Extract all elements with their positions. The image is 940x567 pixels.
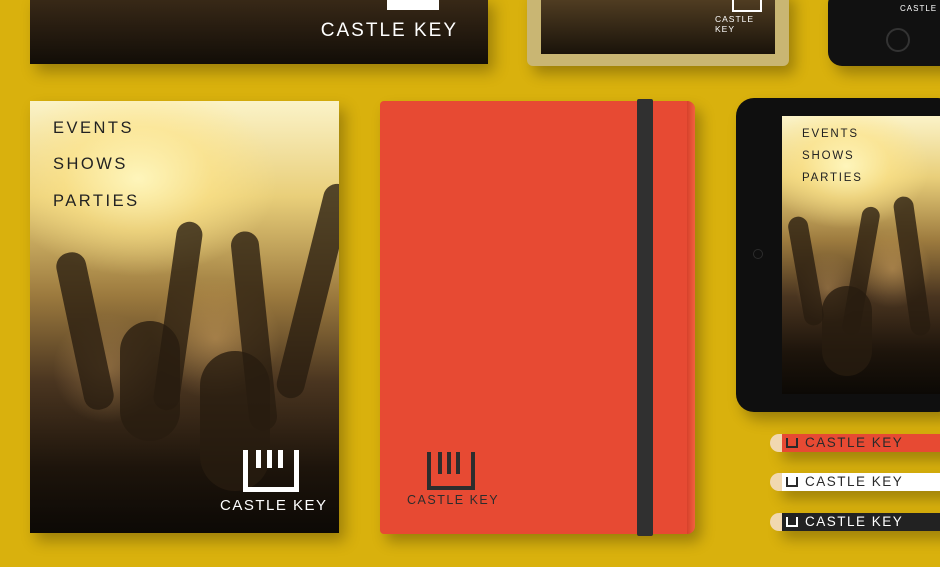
poster-brand: CASTLE KEY (220, 497, 328, 514)
top-banner-card: CASTLE KEY (30, 0, 488, 64)
red-notebook: CASTLE KEY (380, 99, 695, 536)
top-tablet-device: CASTLE KEY (527, 0, 789, 66)
top-phone-brand: CASTLE K (900, 4, 940, 13)
top-phone-device: CASTLE K (828, 0, 940, 66)
castle-key-logo-icon (786, 517, 798, 527)
castle-key-logo-icon (427, 452, 475, 490)
pencil-tip (770, 434, 782, 452)
pencil-white: CASTLE KEY (770, 473, 940, 491)
tablet-camera-icon (753, 249, 763, 259)
pencil-black: CASTLE KEY (770, 513, 940, 531)
pencil-red-label: CASTLE KEY (805, 435, 904, 450)
phone-home-button-icon (886, 28, 910, 52)
poster-line-shows: SHOWS (53, 155, 128, 173)
castle-key-logo-icon (732, 0, 762, 12)
pencil-tip (770, 473, 782, 491)
pencil-red: CASTLE KEY (770, 434, 940, 452)
castle-key-logo-icon (786, 477, 798, 487)
poster-line-events: EVENTS (53, 119, 135, 137)
castle-key-logo-icon (243, 450, 299, 492)
tablet-line-parties: PARTIES (802, 172, 863, 184)
pencil-tip (770, 513, 782, 531)
notebook-page-edge (687, 101, 695, 534)
notebook-elastic-band (637, 99, 653, 536)
tablet-line-shows: SHOWS (802, 150, 855, 162)
castle-key-logo-icon (786, 438, 798, 448)
pencil-white-label: CASTLE KEY (805, 474, 904, 489)
tablet-device: EVENTS SHOWS PARTIES (736, 98, 940, 412)
pencil-black-label: CASTLE KEY (805, 514, 904, 529)
top-tablet-screen: CASTLE KEY (541, 0, 775, 54)
tablet-screen: EVENTS SHOWS PARTIES (782, 116, 940, 394)
castle-key-logo-icon (387, 0, 439, 10)
notebook-brand: CASTLE KEY (407, 493, 500, 507)
top-tablet-brand: CASTLE KEY (715, 14, 755, 34)
poster-line-parties: PARTIES (53, 192, 140, 210)
event-poster: EVENTS SHOWS PARTIES CASTLE KEY (30, 101, 339, 533)
top-banner-brand: CASTLE KEY (320, 20, 458, 41)
tablet-line-events: EVENTS (802, 128, 859, 140)
